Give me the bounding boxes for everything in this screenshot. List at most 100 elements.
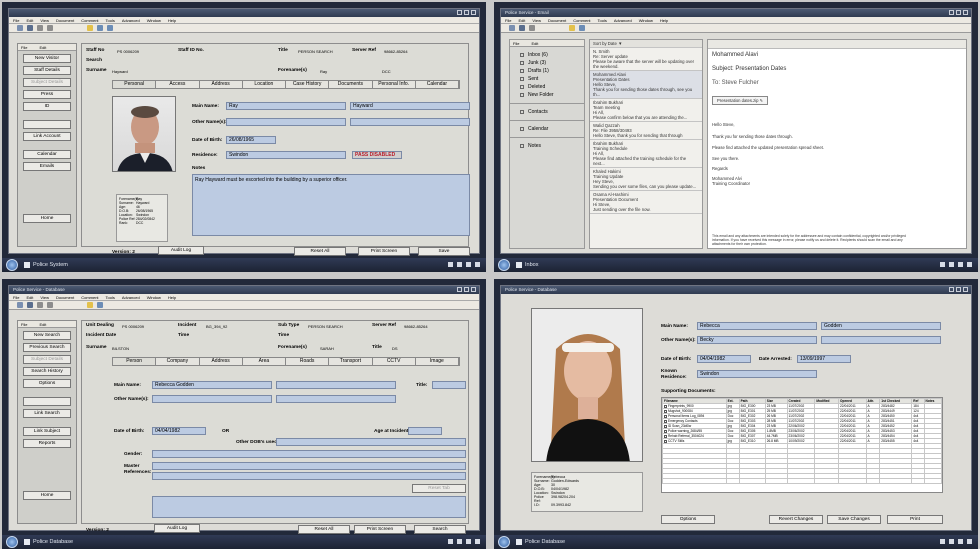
menu-help[interactable]: Help <box>168 295 176 300</box>
row-checkbox[interactable] <box>664 409 667 413</box>
folder-sent[interactable]: Sent <box>510 75 584 83</box>
tab-person[interactable]: Person <box>113 358 157 365</box>
save-icon[interactable] <box>27 25 33 31</box>
sidebar-edit[interactable]: Edit <box>39 45 46 50</box>
network-icon[interactable] <box>949 539 954 544</box>
star-icon[interactable] <box>87 302 93 308</box>
reset-tab-button[interactable]: Reset Tab <box>412 484 466 493</box>
last-name-field[interactable]: Godden <box>821 322 941 330</box>
row-checkbox[interactable] <box>664 419 667 423</box>
sidebar-file[interactable]: File <box>21 45 27 50</box>
new-visitor-button[interactable]: New Visitor <box>23 54 71 63</box>
menu-advanced[interactable]: Advanced <box>614 18 632 23</box>
row-checkbox[interactable] <box>664 404 667 408</box>
open-icon[interactable] <box>509 25 515 31</box>
print-screen-button[interactable]: Print Screen <box>358 247 410 256</box>
nav-contacts[interactable]: Contacts <box>510 108 584 116</box>
close-icon[interactable] <box>471 10 476 15</box>
menu-help[interactable]: Help <box>168 18 176 23</box>
close-icon[interactable] <box>471 287 476 292</box>
other-name-field-2[interactable] <box>276 395 396 403</box>
print-icon[interactable] <box>37 25 43 31</box>
maximize-icon[interactable] <box>464 287 469 292</box>
tab-personal[interactable]: Personal <box>113 81 157 88</box>
residence-field[interactable]: Swindon <box>697 370 817 378</box>
folder-inbox[interactable]: Inbox (6) <box>510 51 584 59</box>
main-name-field[interactable]: Rebecca Godden <box>152 381 272 389</box>
print-icon[interactable] <box>37 302 43 308</box>
print-button[interactable]: Print <box>887 515 943 524</box>
revert-changes-button[interactable]: Revert Changes <box>769 515 823 524</box>
subject-details-button[interactable]: Subject Details <box>23 355 71 364</box>
tab-address[interactable]: Address <box>200 358 243 365</box>
menu-file[interactable]: File <box>13 18 19 23</box>
folders-edit[interactable]: Edit <box>531 41 538 46</box>
reset-all-button[interactable]: Reset All <box>294 247 346 256</box>
other-name-field-1[interactable] <box>226 118 346 126</box>
age-field[interactable] <box>408 427 442 435</box>
maximize-icon[interactable] <box>956 287 961 292</box>
link-search-button[interactable]: Link Search <box>23 409 71 418</box>
last-name-field[interactable]: Hayward <box>350 102 470 110</box>
flag-icon[interactable] <box>475 539 480 544</box>
options-button[interactable]: Options <box>23 379 71 388</box>
menu-document[interactable]: Document <box>548 18 566 23</box>
previous-search-button[interactable]: Previous Search <box>23 343 71 352</box>
menu-edit[interactable]: Edit <box>26 18 33 23</box>
other-name-field-2[interactable] <box>350 118 470 126</box>
menu-advanced[interactable]: Advanced <box>122 18 140 23</box>
save-changes-button[interactable]: Save Changes <box>827 515 881 524</box>
row-checkbox[interactable] <box>664 434 667 438</box>
sidebar-file[interactable]: File <box>21 322 27 327</box>
tab-location[interactable]: Location <box>243 81 286 88</box>
volume-icon[interactable] <box>466 262 471 267</box>
save-button[interactable]: Save <box>418 247 470 256</box>
message-item[interactable]: Osama Al-Hashimi Presentation Document Hi … <box>590 191 702 214</box>
tab-address[interactable]: Address <box>200 81 243 88</box>
menu-tools[interactable]: Tools <box>106 18 115 23</box>
menu-edit[interactable]: Edit <box>518 18 525 23</box>
tab-case-history[interactable]: Case History <box>286 81 330 88</box>
title-field[interactable] <box>432 381 466 389</box>
tab-company[interactable]: Company <box>156 358 200 365</box>
minimize-icon[interactable] <box>457 10 462 15</box>
close-icon[interactable] <box>963 10 968 15</box>
other-name-field-1[interactable] <box>152 395 272 403</box>
minimize-icon[interactable] <box>457 287 462 292</box>
menu-view[interactable]: View <box>40 295 49 300</box>
maximize-icon[interactable] <box>956 10 961 15</box>
row-checkbox[interactable] <box>664 424 667 428</box>
new-search-button[interactable]: New Search <box>23 331 71 340</box>
network-icon[interactable] <box>949 262 954 267</box>
menu-edit[interactable]: Edit <box>26 295 33 300</box>
link-subject-button[interactable]: Link Subject <box>23 427 71 436</box>
search-button[interactable]: Search <box>414 525 466 534</box>
date-arrested-field[interactable]: 13/09/1997 <box>797 355 851 363</box>
menu-comment[interactable]: Comment <box>81 295 98 300</box>
folders-file[interactable]: File <box>513 41 519 46</box>
folder-junk[interactable]: Junk (3) <box>510 59 584 67</box>
first-name-field[interactable]: Rebecca <box>697 322 817 330</box>
sidebar-edit[interactable]: Edit <box>39 322 46 327</box>
menu-view[interactable]: View <box>40 18 49 23</box>
audit-log-button[interactable]: Audit Log <box>158 246 204 255</box>
menu-comment[interactable]: Comment <box>573 18 590 23</box>
master-ref-field-2[interactable] <box>152 472 466 480</box>
help-icon[interactable] <box>107 25 113 31</box>
arrow-icon[interactable] <box>940 539 945 544</box>
reports-button[interactable]: Reports <box>23 439 71 448</box>
dob-field[interactable]: 04/04/1982 <box>697 355 751 363</box>
staff-details-button[interactable]: Staff Details <box>23 66 71 75</box>
menu-document[interactable]: Document <box>56 295 74 300</box>
star-icon[interactable] <box>87 25 93 31</box>
taskbar-item[interactable]: Police Database <box>24 539 73 545</box>
menu-file[interactable]: File <box>505 18 511 23</box>
dob-field[interactable]: 04/04/1982 <box>152 427 206 435</box>
tab-transport[interactable]: Transport <box>329 358 373 365</box>
subject-details-button[interactable]: Subject Details <box>23 78 71 87</box>
flag-icon[interactable] <box>475 262 480 267</box>
info-icon[interactable] <box>579 25 585 31</box>
save-icon[interactable] <box>27 302 33 308</box>
volume-icon[interactable] <box>958 262 963 267</box>
flag-icon[interactable] <box>967 262 972 267</box>
